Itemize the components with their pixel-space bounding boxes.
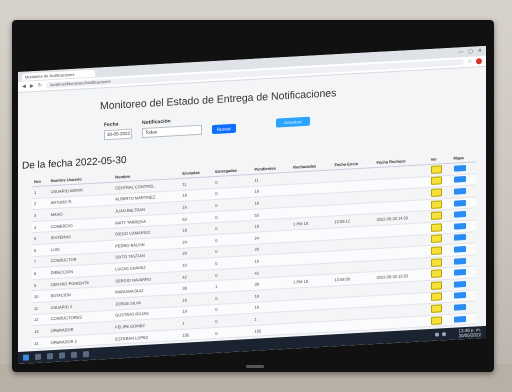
view-button[interactable] bbox=[430, 176, 442, 186]
search-button[interactable]: Buscar bbox=[212, 123, 237, 135]
map-button[interactable] bbox=[453, 292, 466, 299]
map-button[interactable] bbox=[453, 257, 466, 265]
table-cell: 12 bbox=[32, 313, 49, 326]
column-header: Mapa bbox=[451, 147, 476, 164]
table-cell: 3 bbox=[32, 208, 49, 222]
filter-bar: Fecha 30-05-2022 Notificación Todas Busc… bbox=[104, 115, 237, 141]
table-cell: 11 bbox=[32, 301, 49, 315]
page-content: Monitoreo del Estado de Entrega de Notif… bbox=[18, 67, 486, 351]
table-cell: 5 bbox=[32, 232, 49, 245]
view-button[interactable] bbox=[430, 223, 442, 232]
system-tray bbox=[435, 332, 447, 337]
view-button[interactable] bbox=[430, 188, 442, 197]
date-select[interactable]: 30-05-2022 bbox=[104, 128, 132, 141]
view-button[interactable] bbox=[430, 165, 442, 174]
monitor-logo bbox=[246, 365, 264, 368]
view-button[interactable] bbox=[430, 211, 442, 221]
map-button[interactable] bbox=[453, 269, 466, 276]
table-body: 1 USUARIO ADMIN CENTRAL CONTROL 11 0 11 2 ARTUR… bbox=[32, 161, 476, 350]
map-button[interactable] bbox=[453, 280, 466, 288]
close-icon[interactable]: ✕ bbox=[478, 48, 482, 54]
view-button[interactable] bbox=[430, 257, 442, 267]
minimize-icon[interactable]: — bbox=[458, 49, 463, 55]
view-button[interactable] bbox=[430, 281, 442, 290]
map-cell bbox=[451, 312, 476, 326]
table-cell: 10 bbox=[32, 290, 49, 303]
maximize-icon[interactable]: ▢ bbox=[468, 49, 473, 55]
map-button[interactable] bbox=[453, 211, 466, 218]
view-button[interactable] bbox=[430, 304, 442, 313]
table-cell bbox=[374, 315, 429, 330]
star-icon[interactable]: ☆ bbox=[468, 59, 472, 65]
profile-icon[interactable] bbox=[476, 58, 482, 65]
table-cell: 2 bbox=[32, 197, 49, 210]
clock[interactable]: 13:48 p. m. 30/05/2022 bbox=[458, 327, 481, 338]
map-button[interactable] bbox=[453, 303, 466, 311]
map-button[interactable] bbox=[453, 315, 466, 323]
table-cell: 8 bbox=[32, 266, 49, 280]
table-cell: ESTEBAN LOPEZ bbox=[113, 329, 181, 345]
task-view-icon[interactable] bbox=[47, 353, 53, 360]
date-filter: Fecha 30-05-2022 bbox=[104, 121, 132, 141]
view-button[interactable] bbox=[430, 199, 442, 209]
map-button[interactable] bbox=[453, 187, 466, 195]
refresh-button[interactable]: Actualizar bbox=[276, 116, 310, 128]
map-button[interactable] bbox=[453, 222, 466, 230]
table-cell: 1 bbox=[32, 185, 49, 199]
screen: Monitoreo de Notificaciones — ▢ ✕ ◀ ▶ ↻ … bbox=[18, 45, 486, 364]
back-icon[interactable]: ◀ bbox=[22, 84, 26, 90]
explorer-icon[interactable] bbox=[59, 352, 65, 359]
table-cell: 9 bbox=[32, 278, 49, 292]
chrome-icon[interactable] bbox=[83, 351, 89, 358]
window-controls: — ▢ ✕ bbox=[458, 48, 482, 55]
network-icon[interactable] bbox=[435, 332, 440, 337]
view-button[interactable] bbox=[430, 234, 442, 244]
map-button[interactable] bbox=[453, 199, 466, 207]
view-button[interactable] bbox=[430, 292, 442, 302]
volume-icon[interactable] bbox=[442, 332, 447, 337]
notification-filter: Notificación Todas bbox=[142, 117, 202, 139]
forward-icon[interactable]: ▶ bbox=[30, 83, 34, 89]
view-cell bbox=[428, 313, 452, 327]
column-header: Ver bbox=[428, 148, 452, 165]
table-cell: 155 bbox=[252, 322, 292, 337]
table-cell: 0 bbox=[213, 325, 253, 339]
column-header: Nro bbox=[32, 171, 49, 187]
view-button[interactable] bbox=[430, 269, 442, 279]
notifications-table: Nro Nombre Usuario Nombre Enviadas Entregada… bbox=[32, 147, 476, 350]
search-icon[interactable] bbox=[35, 353, 41, 361]
clock-date: 30/05/2022 bbox=[458, 332, 481, 339]
table-cell: 155 bbox=[180, 327, 214, 341]
table-cell: 14 bbox=[32, 336, 49, 350]
table-cell: 13 bbox=[32, 324, 49, 338]
map-button[interactable] bbox=[453, 234, 466, 242]
map-button[interactable] bbox=[453, 176, 466, 184]
notification-select[interactable]: Todas bbox=[142, 124, 202, 139]
page-title: Monitoreo del Estado de Entrega de Notif… bbox=[100, 87, 337, 113]
table-cell: 7 bbox=[32, 255, 49, 268]
table-cell: 6 bbox=[32, 243, 49, 257]
view-button[interactable] bbox=[430, 315, 442, 325]
table-cell: 4 bbox=[32, 220, 49, 234]
view-button[interactable] bbox=[430, 246, 442, 255]
start-icon[interactable] bbox=[23, 354, 29, 361]
browser-icon[interactable] bbox=[71, 351, 77, 359]
table-cell bbox=[291, 320, 333, 335]
table-cell: OPERADOR 2 bbox=[48, 332, 114, 349]
map-button[interactable] bbox=[453, 164, 466, 172]
date-filter-label: Fecha bbox=[104, 121, 119, 129]
table-cell bbox=[332, 318, 375, 333]
map-button[interactable] bbox=[453, 245, 466, 253]
reload-icon[interactable]: ↻ bbox=[38, 83, 42, 89]
